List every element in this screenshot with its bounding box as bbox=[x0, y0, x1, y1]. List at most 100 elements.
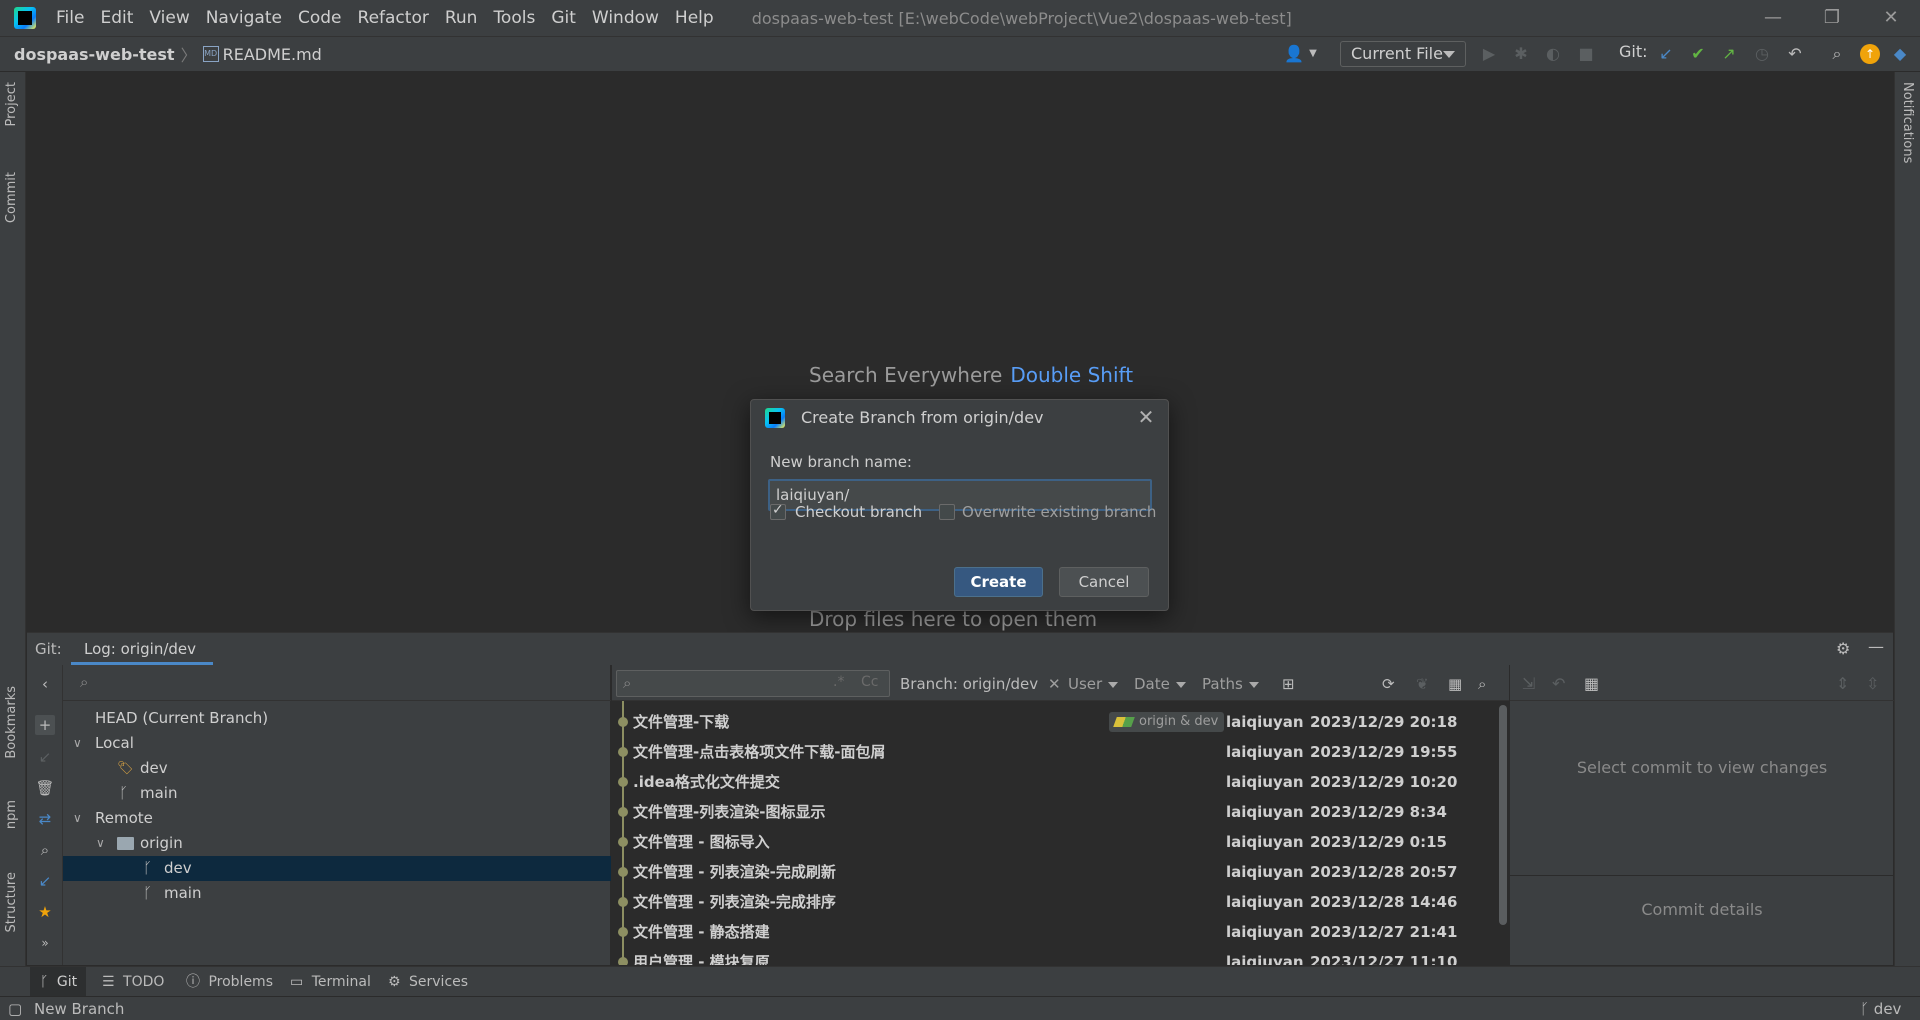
npm-tool-tab[interactable]: npm bbox=[4, 800, 19, 829]
run-configuration-select[interactable]: Current File bbox=[1340, 41, 1466, 67]
show-diff-icon[interactable]: ⇲ bbox=[1522, 674, 1535, 693]
menu-git[interactable]: Git bbox=[543, 0, 584, 36]
user-filter[interactable]: User bbox=[1068, 675, 1119, 693]
tab-log-origin-dev[interactable]: Log: origin/dev bbox=[84, 640, 196, 658]
project-tool-tab[interactable]: Project bbox=[4, 82, 19, 126]
notifications-tool-tab[interactable]: Notifications bbox=[1900, 82, 1915, 163]
tree-local-group[interactable]: ∨ Local bbox=[63, 731, 611, 756]
fetch-icon[interactable]: ↙ bbox=[35, 871, 55, 891]
clear-branch-filter-icon[interactable]: ✕ bbox=[1048, 675, 1061, 693]
commit-row[interactable]: 文件管理 - 静态搭建 laiqiuyan 2023/12/27 21:41 bbox=[612, 917, 1509, 947]
structure-tool-tab[interactable]: Structure bbox=[4, 872, 19, 932]
checkout-branch-label[interactable]: Checkout branch bbox=[795, 503, 922, 521]
update-project-icon[interactable]: ↙ bbox=[1656, 44, 1676, 64]
menu-run[interactable]: Run bbox=[437, 0, 486, 36]
menu-window[interactable]: Window bbox=[584, 0, 667, 36]
compare-branches-icon[interactable]: ⇄ bbox=[35, 809, 55, 829]
paths-filter[interactable]: Paths bbox=[1202, 675, 1259, 693]
tab-terminal[interactable]: ▭ Terminal bbox=[290, 967, 371, 997]
delete-branch-icon[interactable]: 🗑 bbox=[35, 778, 55, 798]
branch-filter[interactable]: Branch: origin/dev bbox=[900, 675, 1038, 693]
tree-head[interactable]: HEAD (Current Branch) bbox=[63, 706, 611, 731]
commit-row[interactable]: 用户管理 - 模块复原 laiqiuyan 2023/12/27 11:10 bbox=[612, 947, 1509, 965]
tree-local-dev[interactable]: 🏷 dev bbox=[63, 756, 611, 781]
restore-icon[interactable]: ❐ bbox=[1803, 0, 1861, 36]
commit-tool-tab[interactable]: Commit bbox=[4, 172, 19, 223]
close-icon[interactable]: ✕ bbox=[1132, 403, 1160, 431]
menu-file[interactable]: File bbox=[48, 0, 92, 36]
chevron-down-icon[interactable]: ▼ bbox=[1303, 44, 1323, 64]
commit-row[interactable]: 文件管理 - 列表渲染-完成排序 laiqiuyan 2023/12/28 14… bbox=[612, 887, 1509, 917]
minimize-icon[interactable]: — bbox=[1744, 0, 1802, 36]
ide-update-icon[interactable]: ↑ bbox=[1860, 44, 1880, 64]
git-branch-widget[interactable]: ᚴ dev bbox=[1860, 1000, 1901, 1018]
coverage-icon[interactable]: ◐ bbox=[1543, 44, 1563, 64]
branch-search-bar[interactable]: ⌕ bbox=[63, 665, 611, 701]
log-search-input[interactable]: ⌕ .* Cc bbox=[616, 670, 890, 697]
debug-icon[interactable]: ✱ bbox=[1511, 44, 1531, 64]
history-icon[interactable]: ◷ bbox=[1752, 44, 1772, 64]
date-filter[interactable]: Date bbox=[1134, 675, 1186, 693]
collapse-left-icon[interactable]: ‹ bbox=[35, 674, 55, 694]
status-panel-toggle-icon[interactable]: ▢ bbox=[8, 1000, 22, 1018]
commit-row[interactable]: 文件管理-下载 origin & dev laiqiuyan 2023/12/2… bbox=[612, 707, 1509, 737]
tree-local-main[interactable]: ᚴ main bbox=[63, 781, 611, 806]
user-profile-icon[interactable]: 👤 bbox=[1284, 44, 1304, 64]
overwrite-branch-label[interactable]: Overwrite existing branch bbox=[962, 503, 1156, 521]
settings-gear-icon[interactable]: ⚙ bbox=[1836, 639, 1856, 659]
tab-todo[interactable]: ☰ TODO bbox=[102, 967, 164, 997]
breadcrumb-file[interactable]: README.md bbox=[223, 45, 322, 64]
commit-row[interactable]: 文件管理-点击表格项文件下载-面包屑 laiqiuyan 2023/12/29 … bbox=[612, 737, 1509, 767]
match-case-toggle[interactable]: Cc bbox=[861, 674, 878, 690]
expand-all-icon[interactable]: ⇕ bbox=[1836, 674, 1849, 693]
commit-row[interactable]: 文件管理 - 图标导入 laiqiuyan 2023/12/29 0:15 bbox=[612, 827, 1509, 857]
collapse-all-icon[interactable]: ⇳ bbox=[1866, 674, 1879, 693]
checkout-branch-checkbox[interactable] bbox=[770, 502, 786, 520]
menu-edit[interactable]: Edit bbox=[92, 0, 141, 36]
rollback-icon[interactable]: ↶ bbox=[1785, 44, 1805, 64]
chevron-down-icon[interactable]: ∨ bbox=[73, 806, 87, 831]
tab-problems[interactable]: ⓘ Problems bbox=[186, 967, 273, 997]
group-by-icon[interactable]: ▦ bbox=[1584, 674, 1599, 693]
run-icon[interactable]: ▶ bbox=[1479, 44, 1499, 64]
overwrite-branch-checkbox[interactable] bbox=[939, 504, 955, 520]
menu-help[interactable]: Help bbox=[667, 0, 722, 36]
go-to-hash-icon[interactable]: ⌕ bbox=[1478, 675, 1486, 693]
more-actions-icon[interactable]: » bbox=[35, 933, 55, 953]
commit-row[interactable]: 文件管理 - 列表渲染-完成刷新 laiqiuyan 2023/12/28 20… bbox=[612, 857, 1509, 887]
tab-git[interactable]: ᚴ Git bbox=[30, 967, 86, 997]
breadcrumb-project[interactable]: dospaas-web-test bbox=[14, 45, 175, 64]
menu-tools[interactable]: Tools bbox=[485, 0, 543, 36]
search-branches-icon[interactable]: ⌕ bbox=[35, 840, 55, 860]
tab-services[interactable]: ⚙ Services bbox=[388, 967, 468, 997]
chevron-down-icon[interactable]: ∨ bbox=[96, 831, 110, 856]
cancel-button[interactable]: Cancel bbox=[1059, 567, 1149, 597]
update-branch-icon[interactable]: ↙ bbox=[35, 747, 55, 767]
create-button[interactable]: Create bbox=[954, 567, 1043, 597]
tree-origin-dev[interactable]: ᚴ dev bbox=[63, 856, 611, 881]
favorite-star-icon[interactable]: ★ bbox=[35, 902, 55, 922]
menu-navigate[interactable]: Navigate bbox=[198, 0, 290, 36]
commit-row[interactable]: .idea格式化文件提交 laiqiuyan 2023/12/29 10:20 bbox=[612, 767, 1509, 797]
code-with-me-icon[interactable]: ◆ bbox=[1890, 44, 1910, 64]
view-options-icon[interactable]: ▦ bbox=[1448, 675, 1462, 693]
log-scrollbar[interactable] bbox=[1499, 705, 1507, 925]
search-icon[interactable]: ⌕ bbox=[1827, 44, 1847, 64]
revert-icon[interactable]: ↶ bbox=[1552, 674, 1565, 693]
chevron-down-icon[interactable]: ∨ bbox=[73, 731, 87, 756]
tree-remote-group[interactable]: ∨ Remote bbox=[63, 806, 611, 831]
stop-icon[interactable]: ■ bbox=[1576, 44, 1596, 64]
hide-panel-icon[interactable]: — bbox=[1868, 637, 1888, 657]
refresh-icon[interactable]: ⟳ bbox=[1382, 675, 1395, 693]
push-icon[interactable]: ↗ bbox=[1719, 44, 1739, 64]
tree-origin-group[interactable]: ∨ origin bbox=[63, 831, 611, 856]
regex-toggle[interactable]: .* bbox=[833, 674, 844, 690]
commit-check-icon[interactable]: ✔ bbox=[1688, 44, 1708, 64]
close-window-icon[interactable]: ✕ bbox=[1862, 0, 1920, 36]
cherry-pick-icon[interactable]: ❦ bbox=[1416, 675, 1429, 693]
menu-refactor[interactable]: Refactor bbox=[350, 0, 437, 36]
bookmarks-tool-tab[interactable]: Bookmarks bbox=[4, 686, 19, 759]
new-tab-icon[interactable]: ⊞ bbox=[1282, 675, 1295, 693]
new-branch-plus-icon[interactable]: + bbox=[35, 715, 55, 735]
commit-row[interactable]: 文件管理-列表渲染-图标显示 laiqiuyan 2023/12/29 8:34 bbox=[612, 797, 1509, 827]
